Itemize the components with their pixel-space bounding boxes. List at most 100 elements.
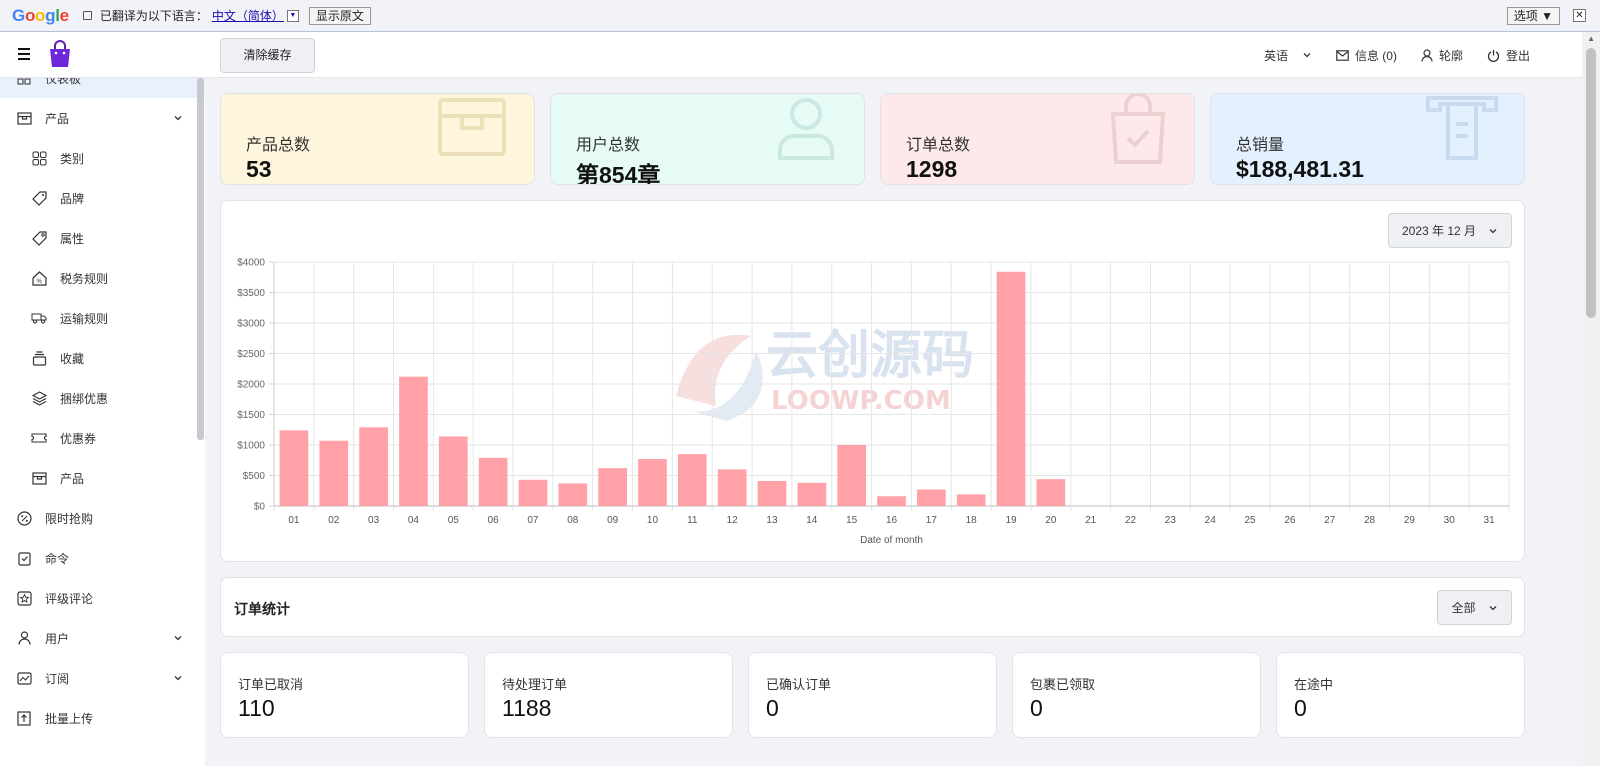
stat-value: 53 bbox=[246, 156, 272, 182]
sidebar-item-brands[interactable]: 品牌 bbox=[0, 178, 205, 218]
month-label: 2023 年 12 月 bbox=[1401, 224, 1477, 238]
sidebar-item-label: 属性 bbox=[60, 231, 85, 246]
x-tick-label: 15 bbox=[846, 515, 858, 526]
sidebar-item-orders[interactable]: 命令 bbox=[0, 538, 205, 578]
sidebar-item-coupons[interactable]: 优惠券 bbox=[0, 418, 205, 458]
x-tick-label: 29 bbox=[1404, 515, 1416, 526]
user-icon bbox=[1421, 48, 1433, 62]
x-axis-label: Date of month bbox=[860, 535, 923, 546]
sidebar-item-label: 评级评论 bbox=[45, 591, 94, 606]
dashboard-icon bbox=[16, 78, 32, 86]
layers-icon bbox=[31, 390, 47, 406]
x-tick-label: 13 bbox=[766, 515, 778, 526]
y-tick-label: $3500 bbox=[237, 288, 265, 299]
google-logo: Google bbox=[12, 5, 69, 25]
sidebar-item-label: 产品 bbox=[60, 471, 85, 486]
x-tick-label: 09 bbox=[607, 515, 619, 526]
scroll-up-icon[interactable]: ▲ bbox=[1587, 34, 1595, 43]
collection-icon bbox=[31, 350, 47, 366]
sidebar: 仪表板 产品 类别 品牌 属性 % 税务规则 运输规则 收藏 捆绑优惠 优惠券 … bbox=[0, 78, 205, 766]
sidebar-item-tax-rules[interactable]: % 税务规则 bbox=[0, 258, 205, 298]
bar bbox=[399, 376, 428, 506]
y-tick-label: $3000 bbox=[237, 319, 265, 330]
x-tick-label: 24 bbox=[1205, 515, 1217, 526]
sidebar-item-categories[interactable]: 类别 bbox=[0, 138, 205, 178]
bar bbox=[677, 454, 707, 506]
sidebar-item-attributes[interactable]: 属性 bbox=[0, 218, 205, 258]
x-tick-label: 23 bbox=[1165, 515, 1177, 526]
sidebar-item-collections[interactable]: 收藏 bbox=[0, 338, 205, 378]
sidebar-item-label: 用户 bbox=[45, 631, 70, 646]
bar bbox=[518, 479, 548, 506]
order-stat-value: 0 bbox=[766, 695, 779, 721]
x-tick-label: 17 bbox=[926, 515, 938, 526]
sidebar-item-users[interactable]: 用户 bbox=[0, 618, 205, 658]
y-tick-label: $0 bbox=[254, 502, 266, 513]
sidebar-scrollbar[interactable] bbox=[197, 78, 204, 440]
order-stat-label: 在途中 bbox=[1294, 677, 1334, 692]
bar bbox=[916, 489, 946, 506]
sidebar-item-label: 捆绑优惠 bbox=[60, 391, 109, 406]
sales-chart-card: 云创源码 LOOWP.COM $0 $500 $1000 $1500 $2000 $2500 $… bbox=[220, 200, 1525, 562]
x-tick-label: 21 bbox=[1085, 515, 1097, 526]
bar bbox=[996, 271, 1026, 506]
sidebar-item-reviews[interactable]: 评级评论 bbox=[0, 578, 205, 618]
power-icon bbox=[1487, 49, 1500, 62]
bar bbox=[279, 430, 309, 506]
profile-link[interactable]: 轮廓 bbox=[1421, 47, 1463, 64]
language-link[interactable]: 中文（简体） bbox=[212, 7, 284, 24]
logout-link[interactable]: 登出 bbox=[1487, 47, 1530, 64]
stat-label: 订单总数 bbox=[906, 137, 971, 154]
language-dropdown-icon[interactable]: ▼ bbox=[286, 9, 299, 22]
sidebar-item-subscriptions[interactable]: 订阅 bbox=[0, 658, 205, 698]
order-stat-value: 110 bbox=[238, 695, 275, 721]
options-button[interactable]: 选项 ▼ bbox=[1506, 7, 1560, 25]
sales-bar-chart: 云创源码LOOWP.COM $0 $500 $1000 $1500 $2000 $2500 $… bbox=[237, 258, 1510, 546]
y-tick-label: $2500 bbox=[237, 349, 265, 360]
order-stat-value: 0 bbox=[1030, 695, 1043, 721]
order-stat-confirmed: 已确认订单 0 bbox=[748, 652, 997, 738]
x-tick-label: 19 bbox=[1005, 515, 1017, 526]
menu-toggle-icon[interactable] bbox=[18, 48, 30, 60]
bar bbox=[1036, 479, 1066, 506]
stat-card-users: 用户总数 第854章 bbox=[550, 93, 865, 185]
watermark-text: LOOWP.COM bbox=[771, 386, 951, 416]
order-stat-in-transit: 在途中 0 bbox=[1276, 652, 1525, 738]
x-tick-label: 25 bbox=[1244, 515, 1256, 526]
sidebar-item-label: 订阅 bbox=[45, 671, 70, 686]
clear-cache-button[interactable]: 清除缓存 bbox=[220, 38, 315, 73]
month-selector[interactable]: 2023 年 12 月 bbox=[1388, 213, 1512, 248]
sidebar-item-shipping-rules[interactable]: 运输规则 bbox=[0, 298, 205, 338]
x-tick-label: 31 bbox=[1484, 515, 1496, 526]
sidebar-item-dashboard[interactable]: 仪表板 bbox=[0, 78, 205, 98]
box-icon bbox=[16, 110, 32, 126]
chevron-down-icon bbox=[174, 116, 182, 121]
sidebar-item-products[interactable]: 产品 bbox=[0, 98, 205, 138]
tag-outline-icon bbox=[31, 230, 47, 246]
show-original-button[interactable]: 显示原文 bbox=[308, 6, 371, 25]
sidebar-item-bundle-deals[interactable]: 捆绑优惠 bbox=[0, 378, 205, 418]
box-icon bbox=[436, 94, 508, 163]
page-scrollbar-thumb[interactable] bbox=[1586, 48, 1596, 318]
sidebar-item-label: 限时抢购 bbox=[45, 511, 94, 526]
close-translate-button[interactable]: ✕ bbox=[1573, 9, 1586, 22]
sidebar-item-bulk-upload[interactable]: 批量上传 bbox=[0, 698, 205, 738]
stat-label: 总销量 bbox=[1236, 137, 1285, 154]
order-stat-label: 订单已取消 bbox=[238, 677, 304, 692]
order-filter-select[interactable]: 全部 bbox=[1437, 590, 1512, 625]
stat-card-sales: 总销量 $188,481.31 bbox=[1210, 93, 1525, 185]
x-tick-label: 11 bbox=[687, 515, 698, 526]
chevron-down-icon bbox=[1489, 605, 1496, 610]
chevron-down-icon bbox=[174, 636, 182, 641]
sidebar-item-flash-sale[interactable]: 限时抢购 bbox=[0, 498, 205, 538]
x-tick-label: 30 bbox=[1444, 515, 1456, 526]
language-select[interactable]: 英语 bbox=[1264, 47, 1312, 64]
messages-link[interactable]: 信息 (0) bbox=[1336, 47, 1397, 64]
bar bbox=[837, 445, 867, 506]
y-tick-label: $1500 bbox=[237, 410, 265, 421]
sidebar-item-products-sub[interactable]: 产品 bbox=[0, 458, 205, 498]
order-stat-picked-up: 包裹已领取 0 bbox=[1012, 652, 1261, 738]
upload-icon bbox=[16, 710, 32, 726]
order-stat-value: 0 bbox=[1294, 695, 1307, 721]
shop-logo[interactable] bbox=[48, 40, 72, 68]
